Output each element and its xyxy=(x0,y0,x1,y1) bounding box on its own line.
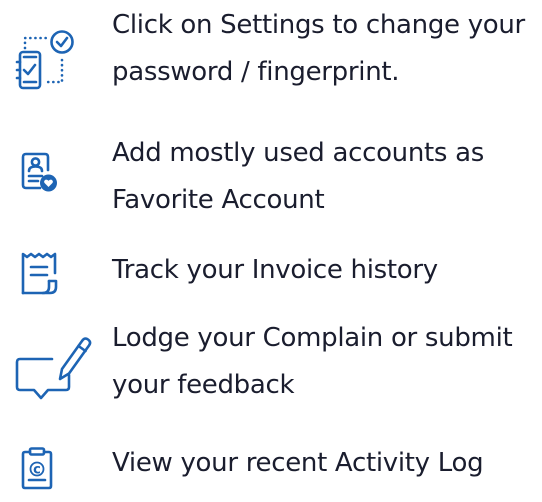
list-item-settings[interactable]: Click on Settings to change your passwor… xyxy=(0,0,542,110)
list-item-complaint-feedback[interactable]: Lodge your Complain or submit your feedb… xyxy=(0,315,542,425)
text-line: View your recent Activity Log xyxy=(112,448,484,478)
phone-clock-icon xyxy=(10,20,76,92)
list-item-text: Click on Settings to change your passwor… xyxy=(112,2,525,96)
text-line: Favorite Account xyxy=(112,185,325,215)
text-line: your feedback xyxy=(112,370,295,400)
list-item-text: Add mostly used accounts as Favorite Acc… xyxy=(112,130,484,224)
list-item-invoice-history[interactable]: Track your Invoice history xyxy=(0,245,542,305)
text-line: password / fingerprint. xyxy=(112,57,400,87)
text-line: Track your Invoice history xyxy=(112,255,438,285)
favorite-account-icon xyxy=(20,152,68,200)
text-line: Click on Settings to change your xyxy=(112,10,525,40)
list-item-text: View your recent Activity Log xyxy=(112,440,484,487)
text-line: Add mostly used accounts as xyxy=(112,138,485,168)
list-item-text: Track your Invoice history xyxy=(112,247,438,294)
invoice-receipt-icon xyxy=(20,251,64,297)
activity-log-icon: c xyxy=(20,446,60,492)
feature-list: Click on Settings to change your passwor… xyxy=(0,0,542,502)
list-item-favorite-account[interactable]: Add mostly used accounts as Favorite Acc… xyxy=(0,130,542,230)
list-item-text: Lodge your Complain or submit your feedb… xyxy=(112,315,513,409)
complaint-feedback-icon xyxy=(14,335,98,415)
text-line: Lodge your Complain or submit xyxy=(112,323,513,353)
list-item-activity-log[interactable]: c View your recent Activity Log xyxy=(0,440,542,502)
